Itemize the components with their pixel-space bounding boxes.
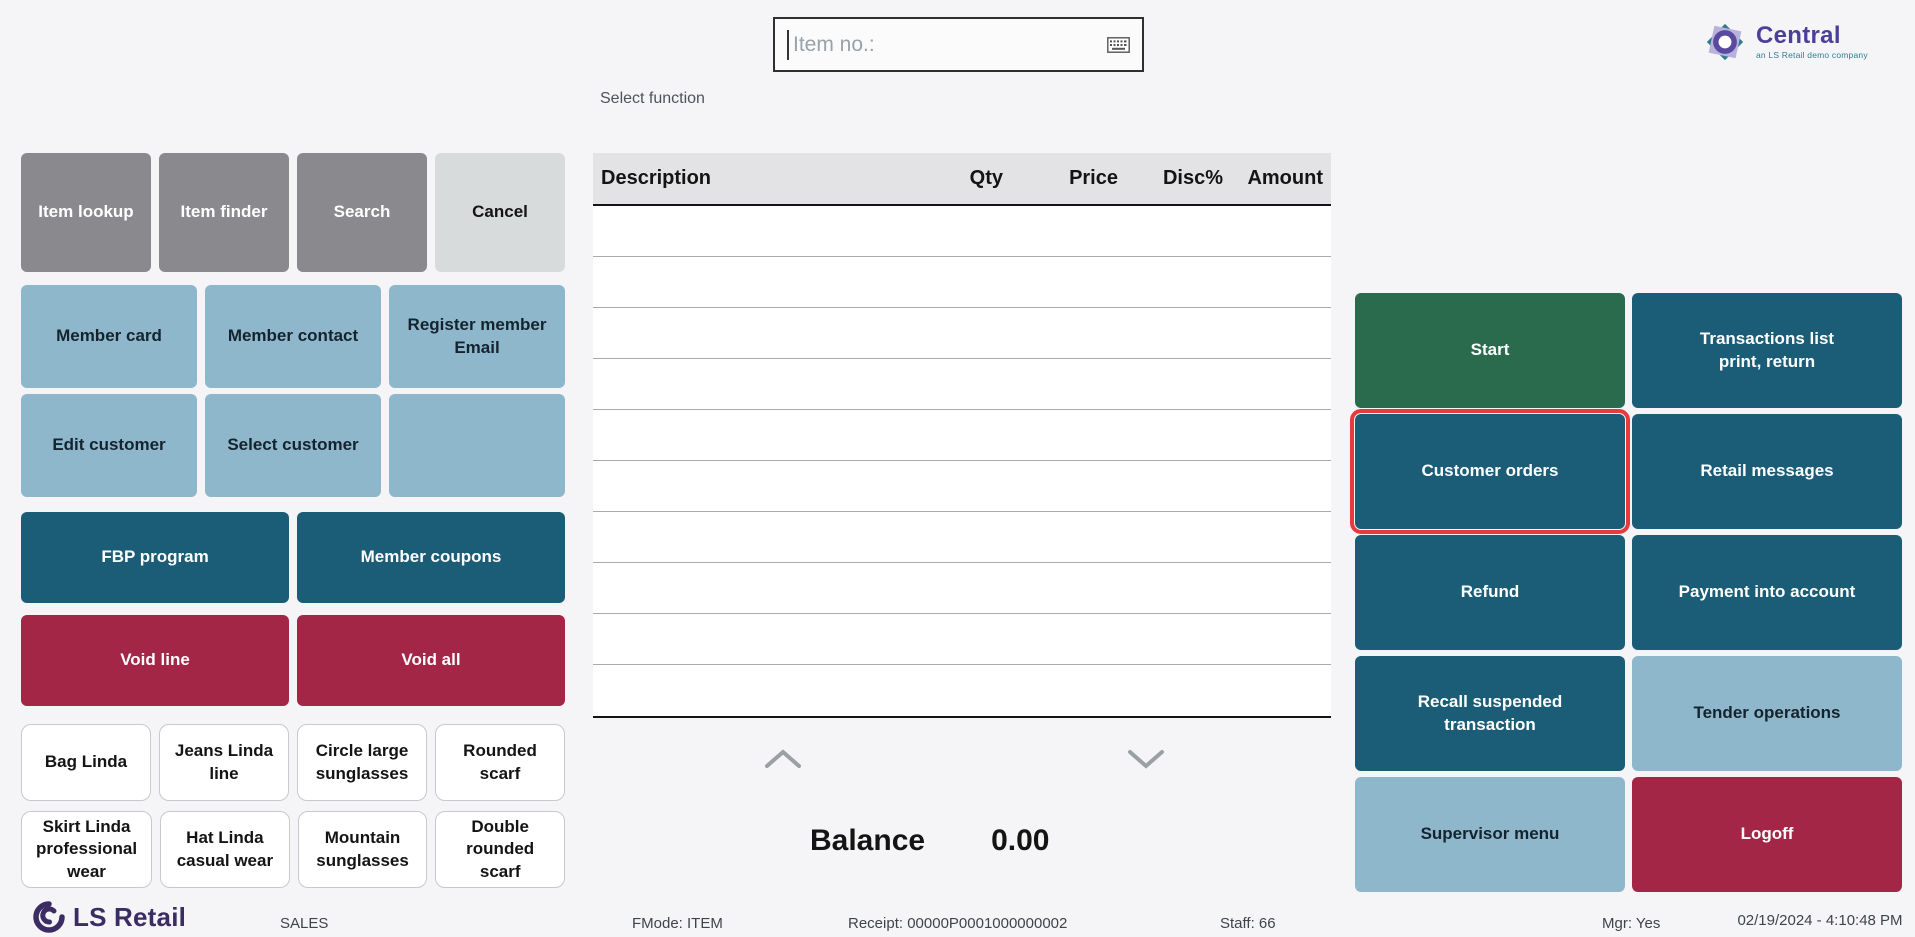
lookup-button-row: Item lookupItem finderSearchCancel bbox=[21, 153, 565, 272]
hat-linda-casual-wear-button[interactable]: Hat Linda casual wear bbox=[160, 811, 290, 888]
chevron-down-icon bbox=[1126, 748, 1166, 770]
status-staff: Staff: 66 bbox=[1220, 915, 1276, 932]
tender-operations-button[interactable]: Tender operations bbox=[1632, 656, 1902, 771]
column-header-qty: Qty bbox=[903, 167, 1003, 190]
scroll-up-button[interactable] bbox=[761, 746, 805, 772]
scroll-down-button[interactable] bbox=[1124, 746, 1168, 772]
receipt-table-body bbox=[593, 206, 1331, 718]
receipt-row[interactable] bbox=[593, 410, 1331, 461]
member-card-button[interactable]: Member card bbox=[21, 285, 197, 388]
text-caret bbox=[787, 30, 789, 60]
ls-retail-logo-text: LS Retail bbox=[73, 902, 186, 933]
skirt-linda-professional-wear-button[interactable]: Skirt Linda professional wear bbox=[21, 811, 152, 888]
status-mode: SALES bbox=[280, 915, 328, 932]
receipt-table: Description Qty Price Disc% Amount bbox=[593, 153, 1331, 718]
item-number-field-wrap bbox=[773, 17, 1144, 72]
central-brand-name: Central bbox=[1756, 24, 1868, 48]
void-all-button[interactable]: Void all bbox=[297, 615, 565, 706]
transactions-list-print-return-button[interactable]: Transactions list print, return bbox=[1632, 293, 1902, 408]
recall-suspended-transaction-button[interactable]: Recall suspended transaction bbox=[1355, 656, 1625, 771]
jeans-linda-line-button[interactable]: Jeans Linda line bbox=[159, 724, 289, 801]
status-datetime: 02/19/2024 - 4:10:48 PM bbox=[1733, 911, 1907, 930]
central-brand-tagline: an LS Retail demo company bbox=[1756, 51, 1868, 60]
bag-linda-button[interactable]: Bag Linda bbox=[21, 724, 151, 801]
column-header-amount: Amount bbox=[1223, 167, 1323, 190]
balance-label: Balance bbox=[810, 824, 925, 858]
receipt-row[interactable] bbox=[593, 206, 1331, 257]
receipt-row[interactable] bbox=[593, 665, 1331, 716]
void-line-button[interactable]: Void line bbox=[21, 615, 289, 706]
member-contact-button[interactable]: Member contact bbox=[205, 285, 381, 388]
fbp-program-button[interactable]: FBP program bbox=[21, 512, 289, 603]
double-rounded-scarf-button[interactable]: Double rounded scarf bbox=[435, 811, 565, 888]
mountain-sunglasses-button[interactable]: Mountain sunglasses bbox=[298, 811, 428, 888]
item-number-input[interactable] bbox=[791, 32, 1107, 58]
status-fmode: FMode: ITEM bbox=[632, 915, 723, 932]
select-customer-button[interactable]: Select customer bbox=[205, 394, 381, 497]
balance-value: 0.00 bbox=[991, 824, 1049, 858]
register-member-email-button[interactable]: Register member Email bbox=[389, 285, 565, 388]
receipt-table-header: Description Qty Price Disc% Amount bbox=[593, 153, 1331, 206]
supervisor-menu-button[interactable]: Supervisor menu bbox=[1355, 777, 1625, 892]
member-button-row-1: Member cardMember contactRegister member… bbox=[21, 285, 565, 388]
balance-line: Balance 0.00 bbox=[810, 824, 1049, 858]
rounded-scarf-button[interactable]: Rounded scarf bbox=[435, 724, 565, 801]
circle-large-sunglasses-button[interactable]: Circle large sunglasses bbox=[297, 724, 427, 801]
edit-customer-button[interactable]: Edit customer bbox=[21, 394, 197, 497]
pos-screen: { "header": { "item_input_placeholder": … bbox=[0, 0, 1915, 937]
column-header-disc: Disc% bbox=[1118, 167, 1223, 190]
blank-button[interactable] bbox=[389, 394, 565, 497]
quick-item-row-2: Skirt Linda professional wearHat Linda c… bbox=[21, 811, 565, 888]
central-logo-icon bbox=[1703, 20, 1747, 64]
function-button-grid: StartTransactions list print, returnCust… bbox=[1355, 293, 1902, 892]
void-button-row: Void lineVoid all bbox=[21, 615, 565, 706]
column-header-description: Description bbox=[601, 167, 903, 190]
status-manager: Mgr: Yes bbox=[1602, 915, 1660, 932]
start-button[interactable]: Start bbox=[1355, 293, 1625, 408]
item-lookup-button[interactable]: Item lookup bbox=[21, 153, 151, 272]
cancel-button[interactable]: Cancel bbox=[435, 153, 565, 272]
column-header-price: Price bbox=[1003, 167, 1118, 190]
central-brand: Central an LS Retail demo company bbox=[1703, 20, 1868, 64]
receipt-row[interactable] bbox=[593, 512, 1331, 563]
customer-orders-button[interactable]: Customer orders bbox=[1355, 414, 1625, 529]
ls-retail-logo: LS Retail bbox=[33, 901, 186, 933]
program-button-row: FBP programMember coupons bbox=[21, 512, 565, 603]
retail-messages-button[interactable]: Retail messages bbox=[1632, 414, 1902, 529]
receipt-row[interactable] bbox=[593, 359, 1331, 410]
member-button-row-2: Edit customerSelect customer bbox=[21, 394, 565, 497]
chevron-up-icon bbox=[763, 748, 803, 770]
payment-into-account-button[interactable]: Payment into account bbox=[1632, 535, 1902, 650]
receipt-row[interactable] bbox=[593, 308, 1331, 359]
status-receipt: Receipt: 00000P0001000000002 bbox=[848, 915, 1067, 932]
item-finder-button[interactable]: Item finder bbox=[159, 153, 289, 272]
search-button[interactable]: Search bbox=[297, 153, 427, 272]
keyboard-icon[interactable] bbox=[1107, 37, 1130, 53]
receipt-row[interactable] bbox=[593, 614, 1331, 665]
refund-button[interactable]: Refund bbox=[1355, 535, 1625, 650]
receipt-row[interactable] bbox=[593, 461, 1331, 512]
logoff-button[interactable]: Logoff bbox=[1632, 777, 1902, 892]
receipt-row[interactable] bbox=[593, 257, 1331, 308]
member-coupons-button[interactable]: Member coupons bbox=[297, 512, 565, 603]
select-function-label: Select function bbox=[600, 90, 705, 108]
ls-retail-logo-icon bbox=[33, 901, 65, 933]
receipt-row[interactable] bbox=[593, 563, 1331, 614]
quick-item-row-1: Bag LindaJeans Linda lineCircle large su… bbox=[21, 724, 565, 801]
